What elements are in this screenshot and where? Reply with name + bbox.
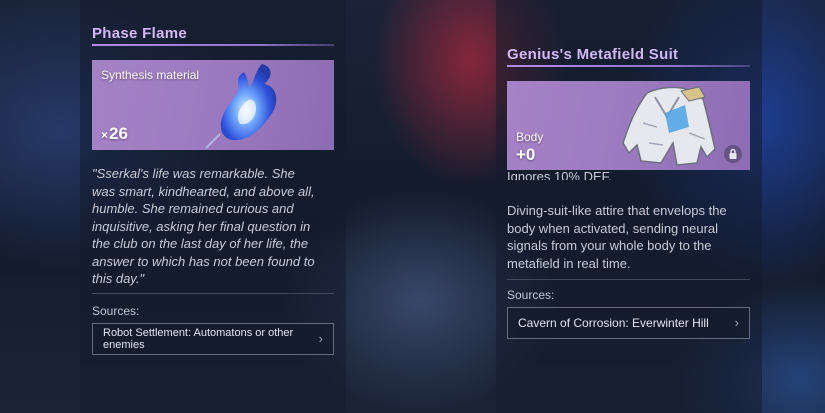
description-line: signals from your whole body to the: [507, 238, 712, 253]
source-text: Cavern of Corrosion: Everwinter Hill: [518, 315, 709, 330]
source-button[interactable]: Cavern of Corrosion: Everwinter Hill ›: [507, 307, 750, 339]
source-text-line: enemies: [103, 339, 145, 351]
description-line: Diving-suit-like attire that envelops th…: [507, 203, 727, 218]
source-button[interactable]: Robot Settlement: Automatons or other en…: [92, 323, 334, 355]
description-line: this day.": [92, 271, 145, 286]
item-card[interactable]: Body +0: [507, 81, 750, 170]
item-title: Genius's Metafield Suit: [507, 46, 679, 63]
source-text-line: Robot Settlement: Automatons or other: [103, 326, 294, 339]
description-line: was smart, kindhearted, and above all,: [92, 183, 315, 199]
description-line: the club on the last day of her life, th…: [92, 236, 309, 251]
chevron-right-icon: ›: [318, 330, 323, 346]
item-level: +0: [516, 145, 536, 164]
title-underline: [507, 65, 750, 67]
title-underline: [92, 44, 334, 46]
sources-label: Sources:: [92, 304, 140, 318]
item-description: "Sserkal's life was remarkable. She was …: [92, 165, 342, 288]
item-description: Diving-suit-like attire that envelops th…: [507, 202, 757, 272]
description-line: inquisitive, asking her final question i…: [92, 218, 311, 234]
count-value: 26: [109, 124, 128, 143]
card-type-label: Synthesis material: [101, 68, 200, 82]
sources-label: Sources:: [507, 288, 555, 302]
divider: [507, 279, 750, 280]
description-line: humble. She remained curious and: [92, 201, 294, 216]
chevron-right-icon: ›: [734, 314, 739, 330]
item-title: Phase Flame: [92, 25, 188, 42]
blue-flame-crystal-icon: [205, 64, 277, 149]
metafield-suit-icon: [622, 86, 716, 166]
description-line: metafield in real time.: [507, 255, 631, 271]
item-card[interactable]: Synthesis material ×26: [92, 60, 334, 150]
description-line: answer to which has not been found to: [92, 253, 315, 269]
lock-icon[interactable]: [724, 145, 742, 163]
description-line: "Sserkal's life was remarkable. She: [92, 166, 295, 181]
divider: [92, 293, 334, 294]
count-prefix: ×: [101, 128, 109, 142]
description-line: body when activated, sending neural: [507, 220, 719, 236]
item-count: ×26: [101, 124, 128, 144]
card-type-label: Body: [516, 130, 544, 144]
